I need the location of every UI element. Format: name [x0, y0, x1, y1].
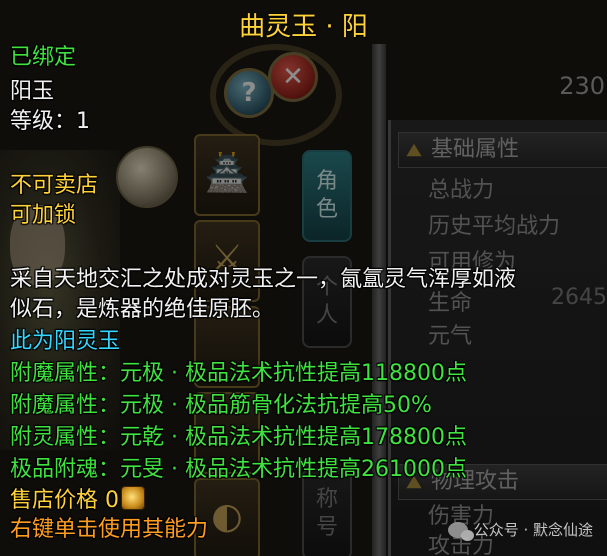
description-line-1: 采自天地交汇之处成对灵玉之一，氤氲灵气浑厚如液	[10, 267, 517, 292]
spirit-attribute: 附灵属性：元乾 · 极品法术抗性提高178800点	[10, 425, 467, 450]
yang-jade-note: 此为阳灵玉	[10, 329, 121, 354]
coin-icon	[121, 486, 145, 510]
watermark-text: 公众号 · 默念仙途	[473, 521, 593, 539]
right-click-hint: 右键单击使用其能力	[10, 517, 209, 542]
description-line-2: 似石，是炼器的绝佳原胚。	[10, 297, 275, 322]
item-tooltip: 曲灵玉 · 阳 已绑定 阳玉 等级：1 不可卖店 可加锁 采自天地交汇之处成对灵…	[0, 0, 607, 556]
watermark: 公众号 · 默念仙途	[447, 519, 593, 541]
item-title: 曲灵玉 · 阳	[239, 12, 368, 42]
sell-price: 售店价格 0	[10, 486, 145, 515]
item-type: 阳玉	[10, 79, 55, 104]
wechat-icon	[447, 521, 474, 541]
not-sellable-flag: 不可卖店	[10, 173, 99, 198]
soul-attribute: 极品附魂：元旻 · 极品法术抗性提高261000点	[10, 457, 467, 482]
sell-price-text: 售店价格 0	[10, 488, 119, 513]
enchant-attribute-2: 附魔属性：元极 · 极品筋骨化法抗提高50%	[10, 393, 432, 418]
item-level: 等级：1	[10, 109, 90, 134]
enchant-attribute-1: 附魔属性：元极 · 极品法术抗性提高118800点	[10, 361, 467, 386]
bound-status: 已绑定	[10, 45, 77, 70]
lockable-flag: 可加锁	[10, 203, 77, 228]
